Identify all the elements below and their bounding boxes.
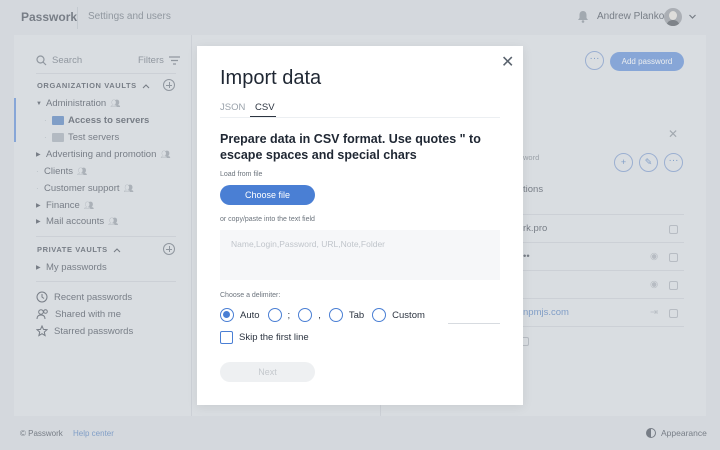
delimiter-comma-radio[interactable]: , — [298, 308, 321, 322]
radio-circle — [220, 308, 234, 322]
radio-label: , — [318, 309, 321, 321]
radio-label: Auto — [240, 309, 260, 321]
dialog-title: Import data — [220, 67, 322, 89]
choose-file-button[interactable]: Choose file — [220, 185, 315, 205]
radio-label: ; — [287, 309, 291, 321]
radio-circle — [372, 308, 387, 322]
delimiter-semicolon-radio[interactable]: ; — [267, 308, 291, 322]
delimiter-tab-radio[interactable]: Tab — [328, 308, 365, 322]
close-icon[interactable]: ✕ — [501, 55, 514, 71]
checkbox-label: Skip the first line — [239, 332, 309, 343]
load-from-file-label: Load from file — [220, 171, 263, 178]
divider — [220, 117, 500, 118]
delimiter-options: Auto ; , Tab Custom — [220, 308, 433, 322]
checkbox-box — [220, 331, 233, 344]
delimiter-label: Choose a delimiter: — [220, 292, 281, 299]
radio-circle — [267, 308, 282, 322]
active-tab-indicator — [250, 116, 276, 117]
skip-first-line-checkbox[interactable]: Skip the first line — [220, 331, 309, 344]
radio-label: Custom — [392, 309, 425, 321]
delimiter-custom-radio[interactable]: Custom — [372, 308, 425, 322]
tab-csv[interactable]: CSV — [255, 102, 275, 113]
csv-text-field[interactable] — [220, 230, 500, 280]
instructions-heading: Prepare data in CSV format. Use quotes "… — [220, 132, 481, 162]
tab-json[interactable]: JSON — [220, 102, 245, 113]
import-data-dialog: Import data ✕ JSON CSV Prepare data in C… — [197, 46, 523, 405]
custom-delimiter-input[interactable] — [448, 323, 500, 324]
paste-label: or copy/paste into the text field — [220, 216, 315, 223]
radio-circle — [298, 308, 313, 322]
delimiter-auto-radio[interactable]: Auto — [220, 308, 260, 322]
radio-label: Tab — [348, 309, 365, 321]
radio-circle — [328, 308, 343, 322]
next-button[interactable]: Next — [220, 362, 315, 382]
